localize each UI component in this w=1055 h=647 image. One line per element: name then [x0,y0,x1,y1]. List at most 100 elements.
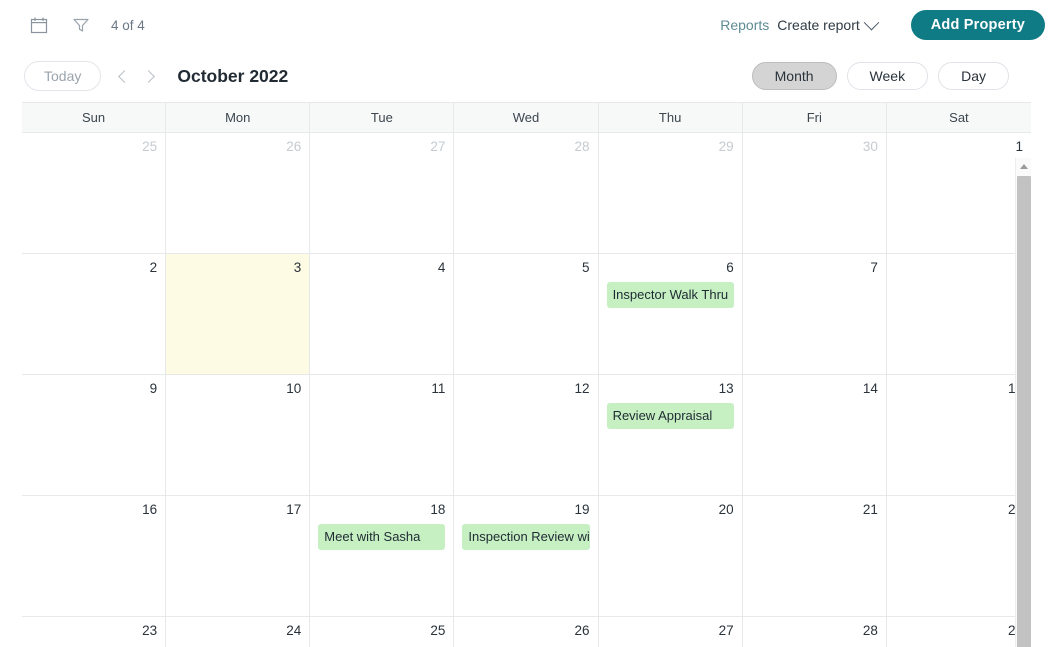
today-button[interactable]: Today [24,61,102,91]
calendar-day-cell[interactable]: 5 [454,254,599,374]
day-number: 22 [895,502,1023,518]
calendar-day-cell[interactable]: 27 [599,617,743,647]
day-events: Review Appraisal [606,403,734,429]
calendar-day-cell[interactable]: 21 [743,496,887,616]
event-chip[interactable]: Meet with Sasha [318,524,446,550]
calendar-icon[interactable] [25,11,53,39]
day-number: 7 [870,260,878,275]
dow-wed: Wed [454,103,599,132]
calendar-day-cell[interactable]: 30 [743,133,887,253]
calendar-day-cell[interactable]: 26 [166,133,311,253]
create-report-dropdown[interactable]: Create report [777,14,880,33]
calendar-day-cell[interactable]: 4 [310,254,455,374]
calendar-day-cell[interactable]: 13 Review Appraisal [599,375,743,495]
calendar-day-cell[interactable]: 18 Meet with Sasha [310,496,455,616]
next-month-button[interactable] [137,62,159,90]
calendar-day-cell[interactable]: 7 [743,254,887,374]
month-navigation [113,62,159,90]
calendar-day-cell[interactable]: 29 [887,617,1031,647]
calendar-day-cell[interactable]: 15 [887,375,1031,495]
day-number: 6 [726,260,734,275]
calendar-day-cell[interactable]: 3 [166,254,311,374]
day-number: 25 [430,623,446,638]
day-number: 28 [862,623,878,638]
day-number: 17 [286,502,302,517]
day-number: 26 [286,139,302,154]
day-number: 4 [437,260,446,275]
day-number: 1 [1015,139,1023,154]
day-number: 13 [718,381,734,396]
day-number: 2 [149,260,158,275]
calendar-day-cell[interactable]: 9 [22,375,167,495]
create-report-label: Create report [777,17,860,33]
scrollbar-thumb[interactable] [1017,176,1031,647]
day-number: 3 [293,260,302,275]
event-chip[interactable]: Review Appraisal [606,403,734,429]
calendar-day-cell[interactable]: 22 [887,496,1031,616]
day-number: 16 [142,502,158,517]
calendar-day-cell[interactable]: 16 [22,496,167,616]
calendar-day-cell[interactable]: 8 [887,254,1031,374]
scroll-up-icon[interactable] [1016,158,1031,174]
day-number: 26 [574,623,590,638]
previous-month-button[interactable] [113,62,135,90]
page-title: October 2022 [177,65,289,86]
day-number: 29 [895,623,1023,639]
calendar-week-row: 2 3 4 5 6 Inspector Walk Thru 7 8 [22,254,1031,375]
event-chip[interactable]: Inspection Review with [462,524,590,550]
day-number: 10 [286,381,302,396]
day-number: 27 [718,623,734,638]
day-of-week-header: Sun Mon Tue Wed Thu Fri Sat [22,103,1031,133]
calendar-day-cell[interactable]: 28 [743,617,887,647]
calendar-day-cell[interactable]: 19 Inspection Review with [454,496,599,616]
calendar-grid: Sun Mon Tue Wed Thu Fri Sat 25 26 27 28 29 30… [22,102,1031,647]
calendar-day-cell[interactable]: 14 [743,375,887,495]
day-number: 9 [149,381,158,396]
day-number: 19 [574,502,590,517]
reports-link[interactable]: Reports [720,17,769,33]
day-number: 8 [895,260,1023,276]
day-number: 28 [574,139,590,154]
calendar-day-cell[interactable]: 12 [454,375,599,495]
day-number: 29 [718,139,734,154]
calendar-day-cell[interactable]: 24 [166,617,311,647]
day-number: 23 [142,623,158,638]
calendar-week-row: 9 10 11 12 13 Review Appraisal 14 15 [22,375,1031,496]
calendar-day-cell[interactable]: 23 [22,617,167,647]
top-bar: 4 of 4 Reports Create report Add Propert… [0,0,1055,50]
calendar-day-cell[interactable]: 1 [887,133,1031,253]
dow-tue: Tue [310,103,455,132]
calendar-day-cell[interactable]: 26 [454,617,599,647]
calendar-day-cell[interactable]: 20 [599,496,743,616]
calendar-week-row: 16 17 18 Meet with Sasha 19 Inspection Review… [22,496,1031,617]
calendar-day-cell[interactable]: 25 [310,617,455,647]
day-events: Inspector Walk Thru [606,282,734,308]
add-property-button[interactable]: Add Property [910,10,1045,40]
event-chip[interactable]: Inspector Walk Thru [606,282,734,308]
day-number: 12 [574,381,590,396]
calendar-day-cell[interactable]: 2 [22,254,167,374]
calendar-day-cell[interactable]: 6 Inspector Walk Thru [599,254,743,374]
calendar-day-cell[interactable]: 28 [454,133,599,253]
day-number: 25 [142,139,158,154]
calendar-day-cell[interactable]: 17 [166,496,311,616]
view-button-month[interactable]: Month [751,62,837,90]
dow-sun: Sun [22,103,167,132]
calendar-day-cell[interactable]: 10 [166,375,311,495]
day-number: 14 [862,381,878,396]
day-number: 5 [582,260,590,275]
dow-mon: Mon [166,103,311,132]
view-button-week[interactable]: Week [846,62,929,90]
calendar-day-cell[interactable]: 25 [22,133,167,253]
record-count: 4 of 4 [111,17,145,33]
day-number: 18 [430,502,446,517]
calendar-day-cell[interactable]: 29 [599,133,743,253]
top-bar-right: Reports Create report Add Property [720,10,1045,40]
view-button-day[interactable]: Day [938,62,1009,90]
filter-icon[interactable] [67,11,95,39]
calendar-day-cell[interactable]: 11 [310,375,455,495]
day-events: Meet with Sasha [318,524,446,550]
calendar-scrollbar[interactable] [1015,158,1031,647]
calendar-day-cell[interactable]: 27 [310,133,455,253]
day-events: Inspection Review with [462,524,590,550]
